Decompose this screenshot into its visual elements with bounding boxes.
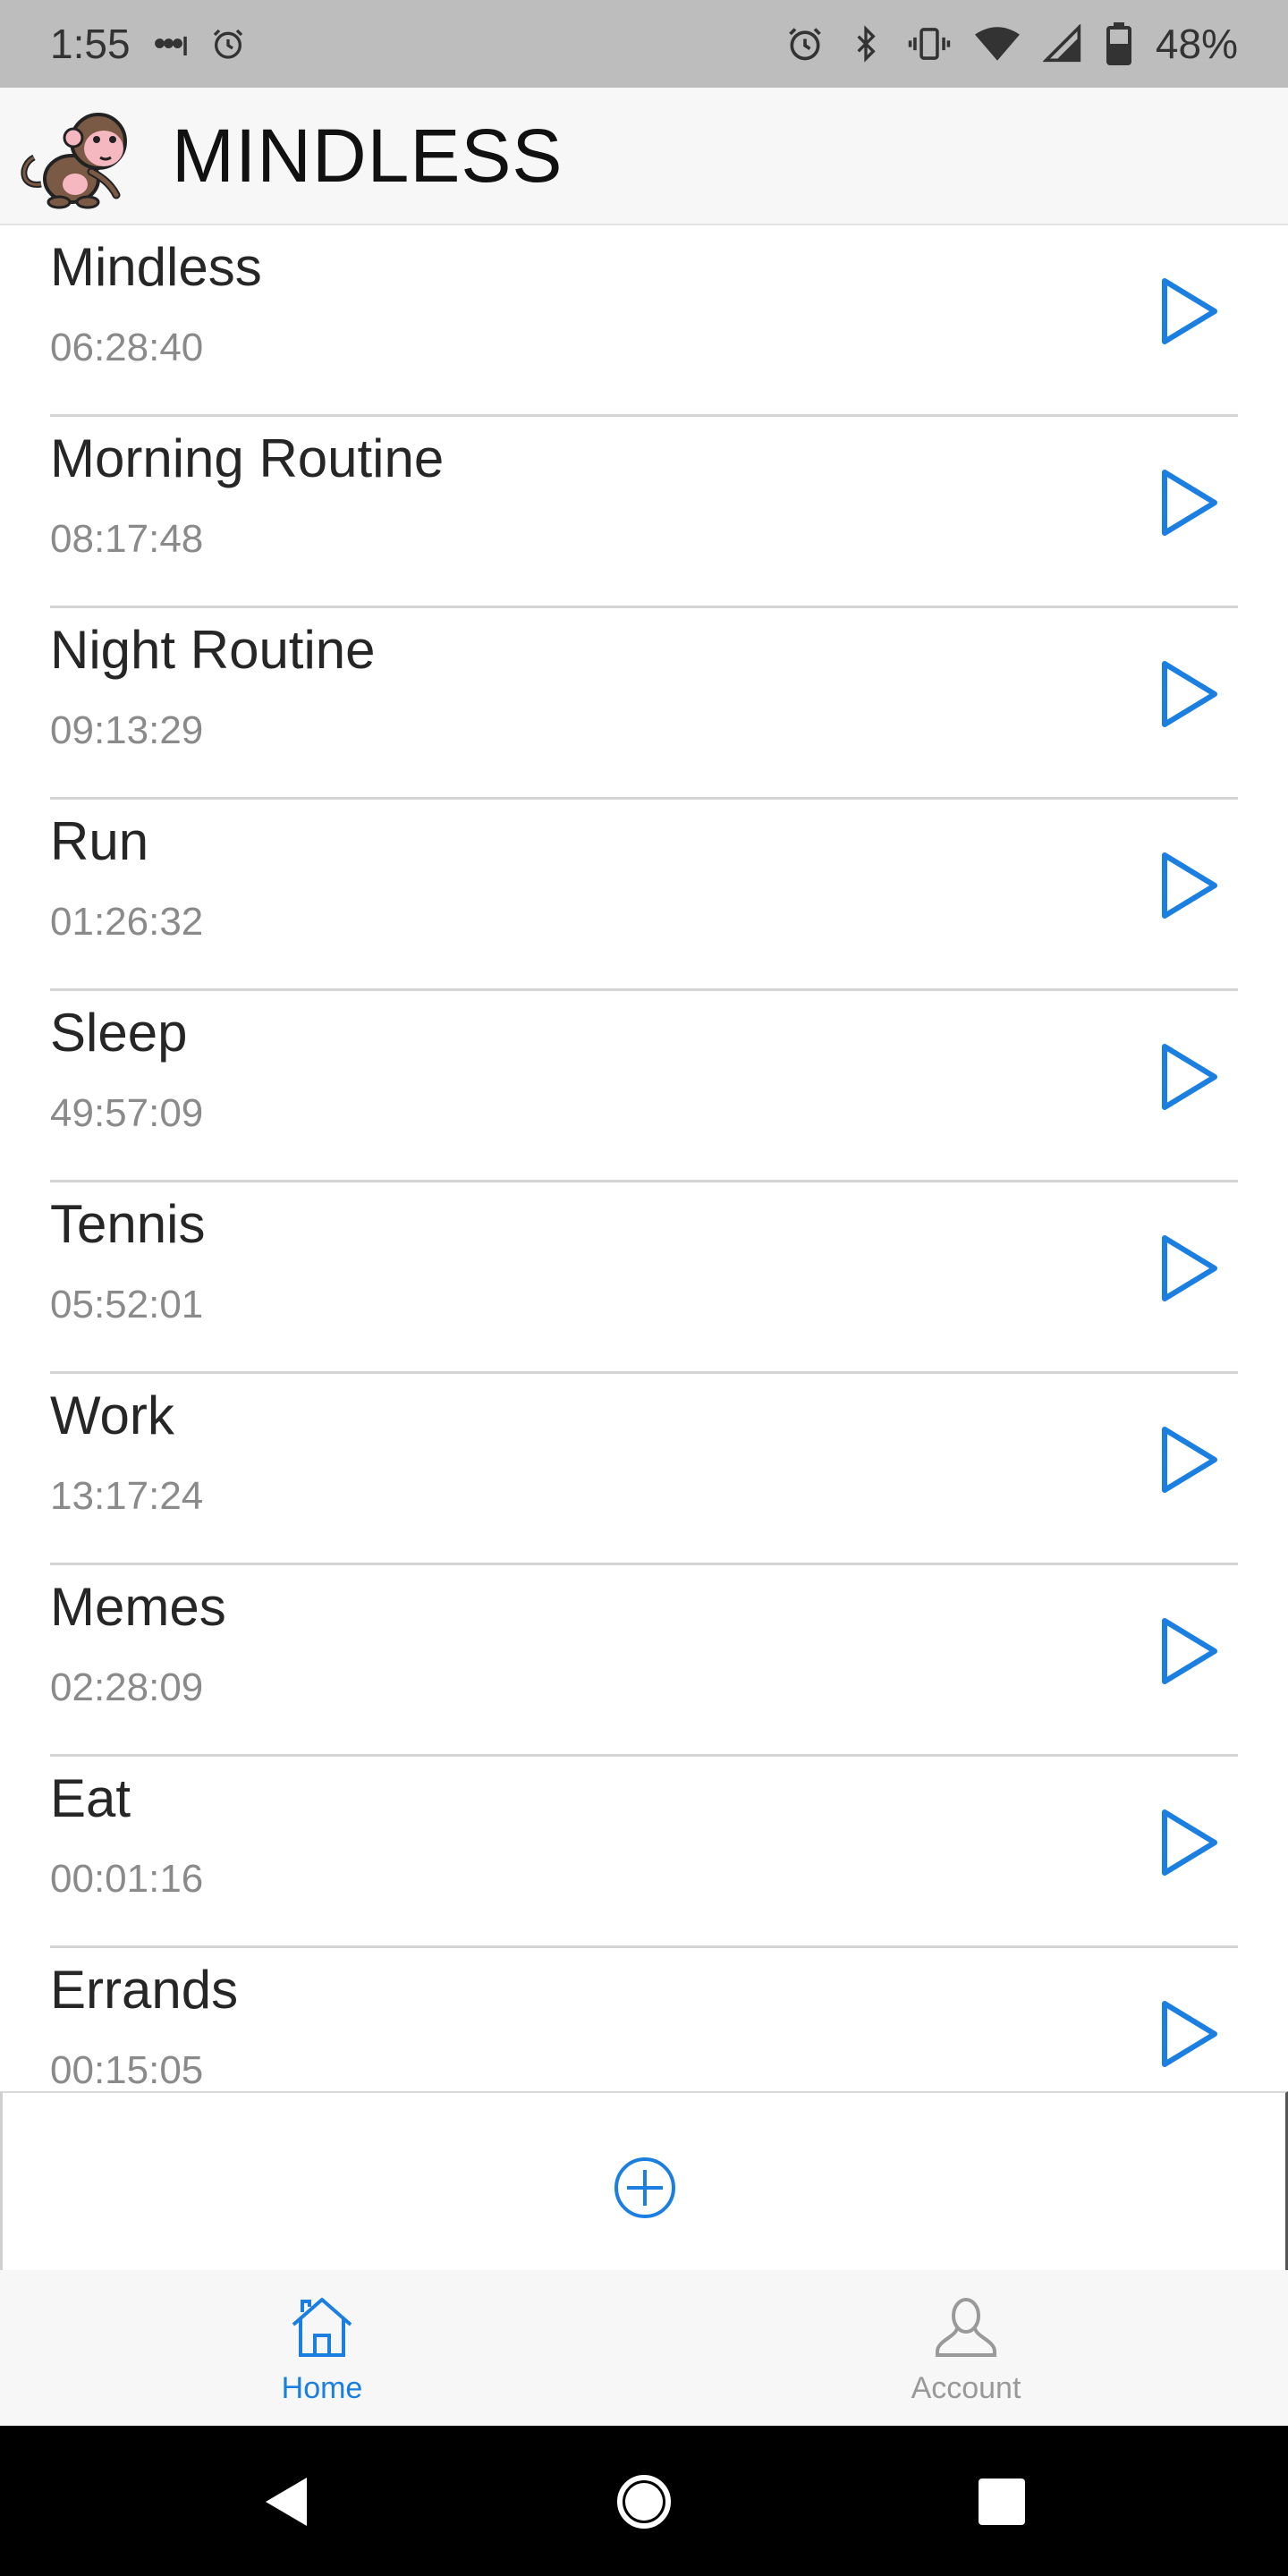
activity-time: 00:15:05 — [50, 2048, 204, 2091]
list-item[interactable]: Eat 00:01:16 — [50, 1757, 1238, 1948]
play-icon[interactable] — [1157, 1998, 1222, 2070]
activity-name: Tennis — [50, 1194, 206, 1254]
list-item[interactable]: Night Routine 09:13:29 — [50, 608, 1238, 800]
signal-icon — [1042, 24, 1081, 63]
status-right: 48% — [785, 20, 1238, 68]
add-circle-icon[interactable] — [613, 2156, 677, 2220]
list-item[interactable]: Run 01:26:32 — [50, 800, 1238, 991]
recents-icon[interactable] — [970, 2470, 1033, 2533]
play-icon[interactable] — [1157, 1807, 1222, 1878]
list-item[interactable]: Errands 00:15:05 — [50, 1948, 1238, 2091]
activity-name: Eat — [50, 1768, 131, 1828]
notification-dots: •••ı — [153, 23, 191, 64]
activity-time: 05:52:01 — [50, 1283, 204, 1326]
app-title: MINDLESS — [172, 113, 564, 198]
play-icon[interactable] — [1157, 275, 1222, 347]
activity-name: Mindless — [50, 237, 262, 297]
activity-name: Sleep — [50, 1003, 188, 1063]
list-item[interactable]: Sleep 49:57:09 — [50, 991, 1238, 1182]
activity-time: 09:13:29 — [50, 708, 204, 752]
add-activity-area — [0, 2091, 1288, 2270]
list-item[interactable]: Memes 02:28:09 — [50, 1565, 1238, 1757]
activity-name: Memes — [50, 1577, 226, 1637]
activity-time: 49:57:09 — [50, 1091, 204, 1135]
activity-name: Morning Routine — [50, 428, 445, 488]
play-icon[interactable] — [1157, 467, 1222, 538]
tab-account-label: Account — [911, 2370, 1021, 2405]
activity-time: 08:17:48 — [50, 517, 204, 561]
play-icon[interactable] — [1157, 1615, 1222, 1687]
bluetooth-icon — [857, 25, 876, 63]
tab-bar: Home Account — [0, 2270, 1288, 2426]
play-icon[interactable] — [1157, 850, 1222, 921]
home-circle-icon[interactable] — [613, 2470, 675, 2533]
back-icon[interactable] — [255, 2470, 318, 2533]
home-icon — [292, 2297, 352, 2357]
battery-icon — [1106, 22, 1131, 65]
play-icon[interactable] — [1157, 1041, 1222, 1113]
activity-list[interactable]: Mindless 06:28:40 Morning Routine 08:17:… — [0, 225, 1288, 2091]
alarm-icon — [789, 28, 821, 61]
activity-time: 01:26:32 — [50, 900, 204, 944]
alarm-icon — [213, 29, 242, 59]
tab-home-label: Home — [281, 2370, 363, 2405]
tab-home[interactable]: Home — [0, 2270, 644, 2426]
app-bar: MINDLESS — [0, 88, 1288, 225]
list-item[interactable]: Mindless 06:28:40 — [50, 225, 1238, 417]
system-nav-bar — [0, 2426, 1288, 2576]
activity-time: 13:17:24 — [50, 1474, 204, 1518]
tab-account[interactable]: Account — [644, 2270, 1288, 2426]
list-item[interactable]: Work 13:17:24 — [50, 1374, 1238, 1565]
monkey-logo — [21, 113, 127, 209]
activity-time: 06:28:40 — [50, 326, 204, 369]
list-item[interactable]: Morning Routine 08:17:48 — [50, 417, 1238, 608]
activity-time: 02:28:09 — [50, 1665, 204, 1709]
battery-percent: 48% — [1155, 21, 1238, 67]
activity-name: Run — [50, 811, 149, 871]
activity-name: Night Routine — [50, 620, 376, 680]
activity-name: Errands — [50, 1960, 239, 2020]
play-icon[interactable] — [1157, 1424, 1222, 1496]
vibrate-icon — [908, 28, 951, 60]
activity-name: Work — [50, 1385, 174, 1445]
play-icon[interactable] — [1157, 1233, 1222, 1304]
status-time: 1:55 — [50, 21, 131, 67]
list-item[interactable]: Tennis 05:52:01 — [50, 1182, 1238, 1374]
play-icon[interactable] — [1157, 658, 1222, 730]
status-bar: 1:55 •••ı 48% — [0, 0, 1288, 88]
status-left: 1:55 •••ı — [50, 20, 246, 68]
activity-time: 00:01:16 — [50, 1857, 204, 1901]
person-icon — [936, 2297, 996, 2357]
wifi-icon — [974, 27, 1020, 61]
